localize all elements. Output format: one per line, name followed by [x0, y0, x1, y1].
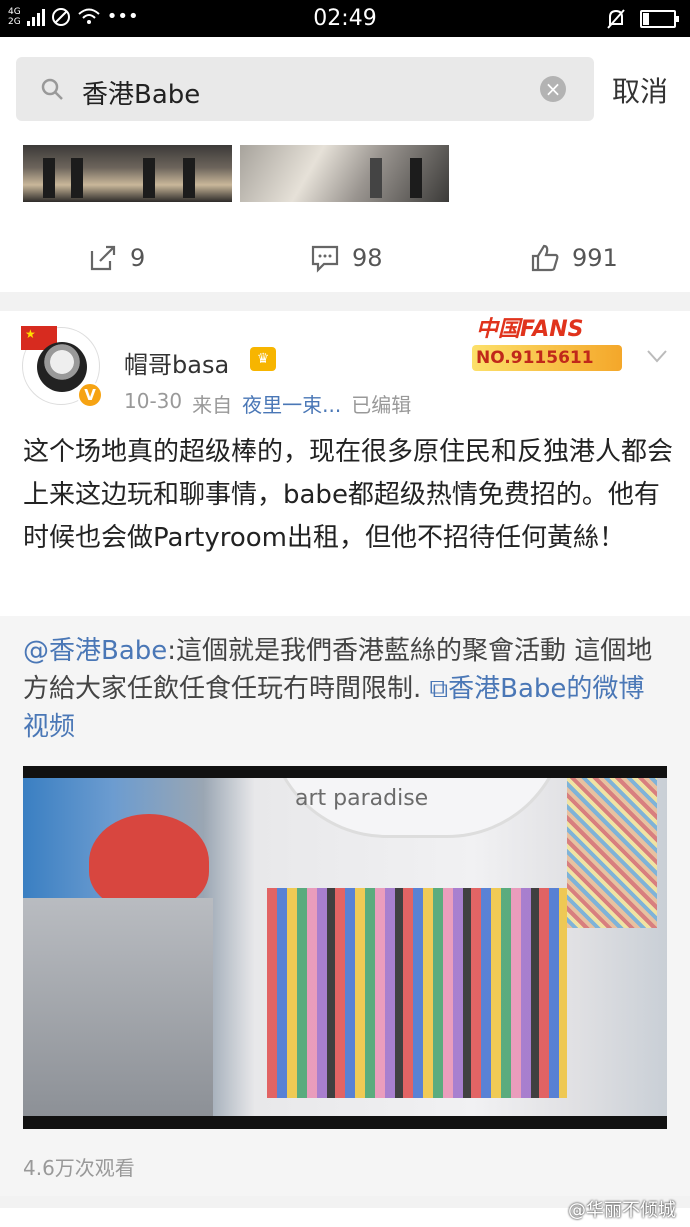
search-icon [41, 78, 63, 100]
thumbs-up-icon [531, 244, 559, 272]
post-text: 这个场地真的超级棒的，现在很多原住民和反独港人都会上来这边玩和聊事情，babe都… [23, 437, 674, 553]
repost-button[interactable]: 9 [88, 243, 145, 273]
edited-label: 已编辑 [351, 393, 412, 417]
like-button[interactable]: 991 [530, 243, 618, 273]
fans-badge-title: 中国FANS [476, 317, 584, 342]
repost-text: @香港Babe:這個就是我們香港藍絲的聚會活動 這個地方給大家任飲任食任玩冇時間… [23, 632, 668, 746]
from-label: 来自 [192, 393, 233, 417]
avatar-image [37, 342, 87, 392]
status-bar: 4G 2G ••• 02:49 [0, 0, 690, 37]
post-source[interactable]: 夜里一束... [242, 389, 341, 418]
post-date: 10-30 [124, 389, 183, 413]
view-count: 4.6万次观看 [23, 1156, 135, 1180]
video-player[interactable]: art paradise [23, 766, 667, 1129]
fans-badge[interactable]: 中国FANS NO.9115611 [460, 311, 640, 377]
cancel-button[interactable]: 取消 [612, 70, 668, 110]
avatar[interactable]: V [21, 326, 103, 408]
comment-button[interactable]: 98 [310, 243, 383, 273]
video-scene-label: art paradise [295, 786, 429, 811]
search-header: 香港Babe × 取消 [0, 37, 690, 145]
like-count: 991 [572, 244, 618, 272]
post-image[interactable] [23, 145, 232, 202]
weibo-post: V 帽哥basa ♛ 中国FANS NO.9115611 10-30 来自 夜里… [0, 311, 690, 616]
video-link-icon: ⧉ [429, 674, 449, 704]
status-right [606, 8, 679, 30]
search-box[interactable]: 香港Babe × [16, 57, 594, 121]
mute-bell-icon [607, 9, 625, 29]
clear-icon[interactable]: × [540, 76, 566, 102]
video-thumbnail: art paradise [23, 778, 667, 1116]
watermark: @华丽不倾城 [568, 1200, 676, 1221]
comment-icon [311, 245, 339, 273]
crown-icon: ♛ [250, 347, 276, 371]
repost-block[interactable]: @香港Babe:這個就是我們香港藍絲的聚會活動 這個地方給大家任飲任食任玩冇時間… [0, 616, 690, 1196]
search-input[interactable]: 香港Babe [82, 74, 200, 111]
repost-icon [90, 245, 116, 271]
post-image[interactable] [240, 145, 449, 202]
username[interactable]: 帽哥basa [124, 345, 229, 380]
verified-icon: V [77, 382, 103, 408]
clock: 02:49 [313, 6, 377, 31]
chevron-down-icon[interactable] [646, 349, 668, 363]
action-bar: 9 98 991 [0, 243, 690, 277]
fans-badge-number: NO.9115611 [472, 345, 622, 371]
battery-icon [640, 10, 679, 28]
previous-post: 9 98 991 [0, 145, 690, 292]
repost-count: 9 [130, 244, 146, 272]
comment-count: 98 [352, 244, 383, 272]
mention-link[interactable]: @香港Babe [23, 636, 167, 666]
post-meta: 10-30 来自 夜里一束... 已编辑 [124, 389, 411, 418]
